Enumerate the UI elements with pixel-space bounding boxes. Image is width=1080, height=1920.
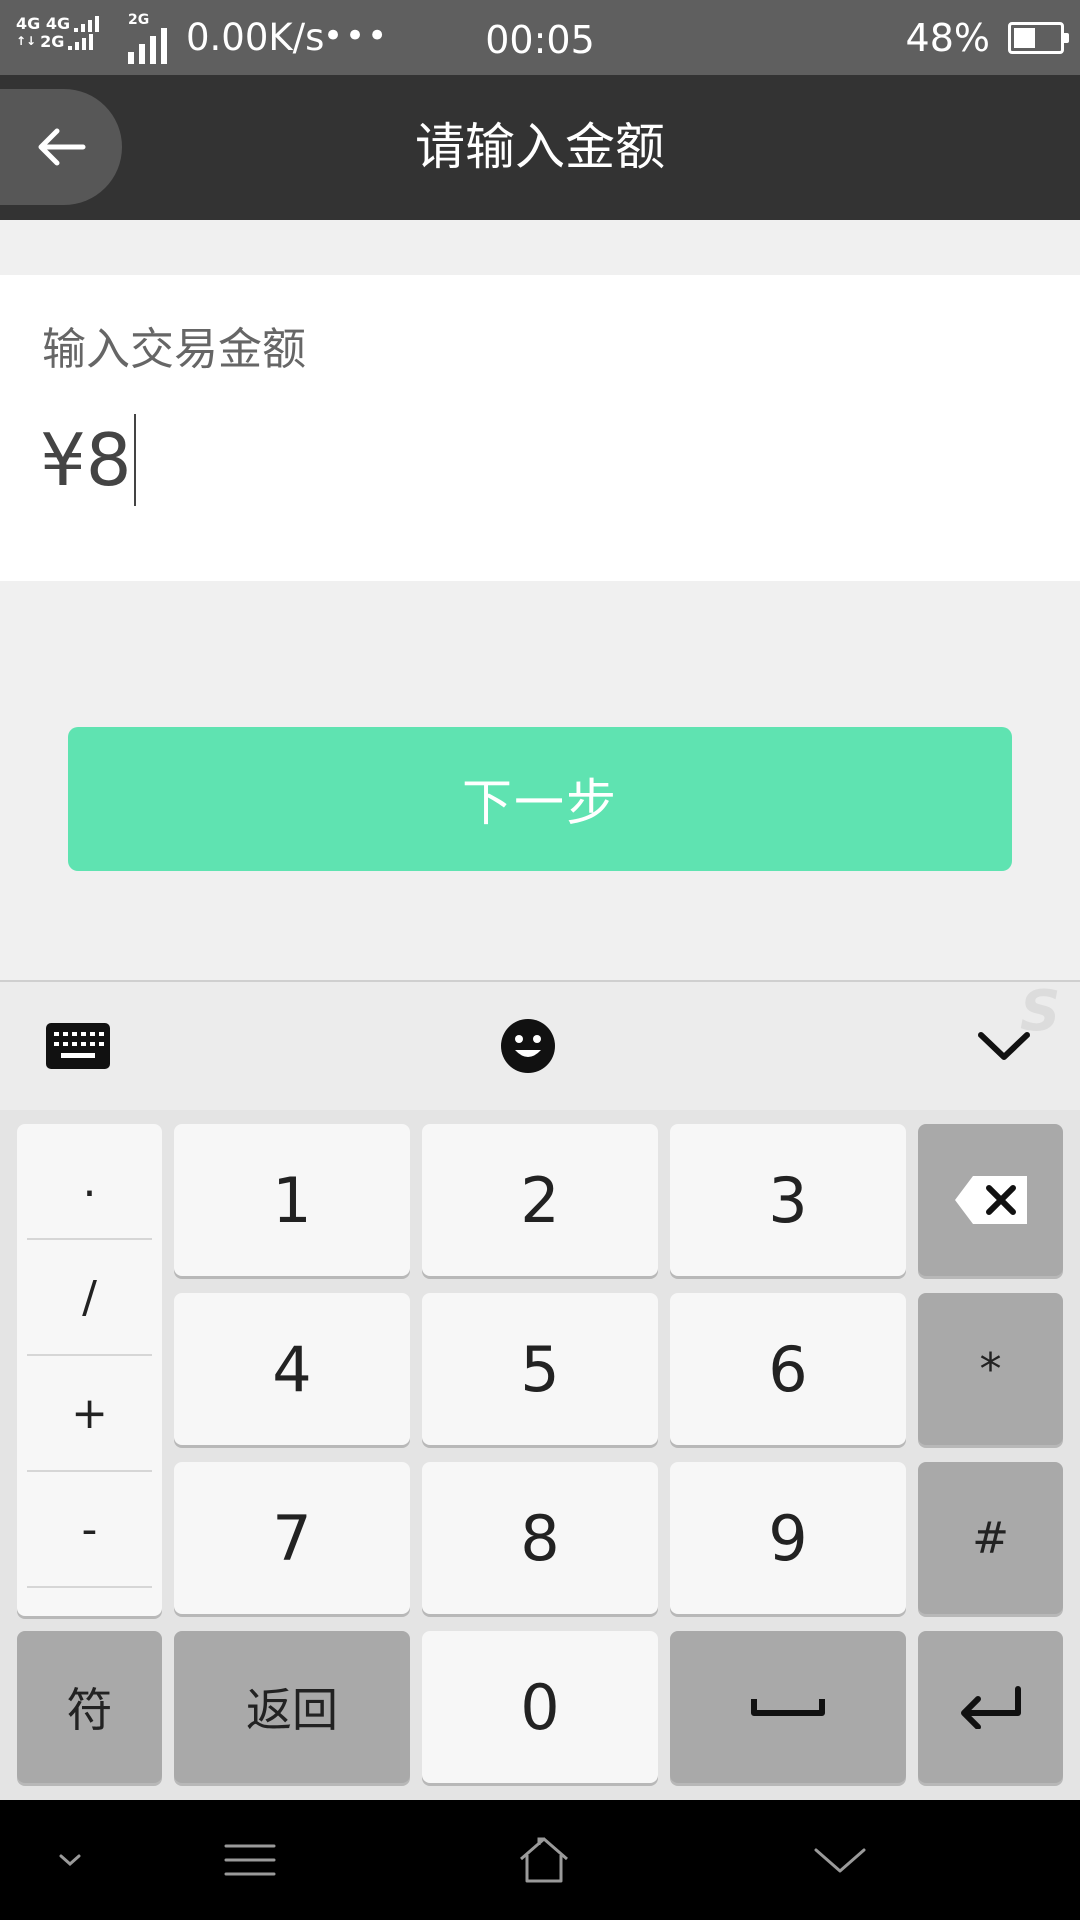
numeric-keyboard: . / + - 1 2 3 4 5 6 * 7 8 9 # 符 返回 0 xyxy=(0,1110,1080,1800)
secondary-signal: 2G xyxy=(128,12,167,68)
key-slash[interactable]: / xyxy=(27,1240,152,1356)
network-indicator: 4G 4G ↑↓ 2G xyxy=(16,14,126,50)
key-1[interactable]: 1 xyxy=(174,1124,410,1276)
nav-home-button[interactable] xyxy=(474,1800,614,1920)
network-type-small: 2G xyxy=(128,12,150,28)
key-9[interactable]: 9 xyxy=(670,1462,906,1614)
nav-collapse-button[interactable] xyxy=(0,1800,140,1920)
network-type-label: 4G 4G xyxy=(16,14,71,33)
watermark-logo: S xyxy=(1020,982,1061,1042)
backspace-icon xyxy=(954,1176,1027,1224)
network-speed: 0.00K/s xyxy=(186,16,325,59)
smiley-icon xyxy=(501,1019,555,1073)
key-8[interactable]: 8 xyxy=(422,1462,658,1614)
chevron-down-icon xyxy=(814,1848,866,1873)
keyboard-icon xyxy=(46,1023,110,1069)
key-minus[interactable]: - xyxy=(27,1472,152,1588)
more-notifications-icon: ••• xyxy=(323,16,390,56)
key-dot[interactable]: . xyxy=(27,1124,152,1240)
signal-bars-icon xyxy=(128,24,167,64)
amount-input[interactable]: ¥8 xyxy=(40,414,136,506)
text-caret xyxy=(133,414,136,506)
status-bar: 4G 4G ↑↓ 2G 2G 0.00K/s ••• 00:05 48% xyxy=(0,0,1080,75)
app-header: 请输入金额 xyxy=(0,75,1080,220)
navigation-bar xyxy=(0,1800,1080,1920)
keyboard-switch-button[interactable] xyxy=(18,1000,138,1092)
signal-icon-2 xyxy=(68,32,94,50)
back-button[interactable] xyxy=(0,89,122,205)
emoji-button[interactable] xyxy=(468,1000,588,1092)
key-asterisk[interactable]: * xyxy=(918,1293,1063,1445)
return-key[interactable]: 返回 xyxy=(174,1631,410,1783)
small-chevron-down-icon xyxy=(59,1854,81,1867)
key-6[interactable]: 6 xyxy=(670,1293,906,1445)
enter-icon xyxy=(960,1686,1021,1729)
amount-value: ¥8 xyxy=(40,418,132,502)
amount-label: 输入交易金额 xyxy=(42,324,306,375)
menu-icon xyxy=(224,1844,276,1876)
key-3[interactable]: 3 xyxy=(670,1124,906,1276)
battery-percent: 48% xyxy=(905,16,990,60)
nav-hide-button[interactable] xyxy=(770,1800,910,1920)
key-4[interactable]: 4 xyxy=(174,1293,410,1445)
keyboard-toolbar: S xyxy=(0,980,1080,1110)
symbol-switch-key[interactable]: 符 xyxy=(17,1631,162,1783)
amount-panel: 输入交易金额 ¥8 xyxy=(0,275,1080,581)
key-hash[interactable]: # xyxy=(918,1462,1063,1614)
space-key[interactable] xyxy=(670,1631,906,1783)
enter-key[interactable] xyxy=(918,1631,1063,1783)
nav-menu-button[interactable] xyxy=(180,1800,320,1920)
key-plus[interactable]: + xyxy=(27,1356,152,1472)
battery-level xyxy=(1014,28,1035,48)
space-icon xyxy=(751,1699,825,1716)
key-0[interactable]: 0 xyxy=(422,1631,658,1783)
backspace-key[interactable] xyxy=(918,1124,1063,1276)
key-7[interactable]: 7 xyxy=(174,1462,410,1614)
data-arrows-icon: ↑↓ xyxy=(16,34,37,48)
network-type-label-2: 2G xyxy=(40,32,65,51)
home-icon xyxy=(520,1837,568,1883)
page-title: 请输入金额 xyxy=(415,118,665,176)
next-step-button[interactable]: 下一步 xyxy=(68,727,1012,871)
battery-icon xyxy=(1008,22,1069,54)
arrow-left-icon xyxy=(38,128,86,166)
key-5[interactable]: 5 xyxy=(422,1293,658,1445)
signal-icon xyxy=(74,14,100,32)
symbol-column: . / + - xyxy=(17,1124,162,1616)
key-2[interactable]: 2 xyxy=(422,1124,658,1276)
